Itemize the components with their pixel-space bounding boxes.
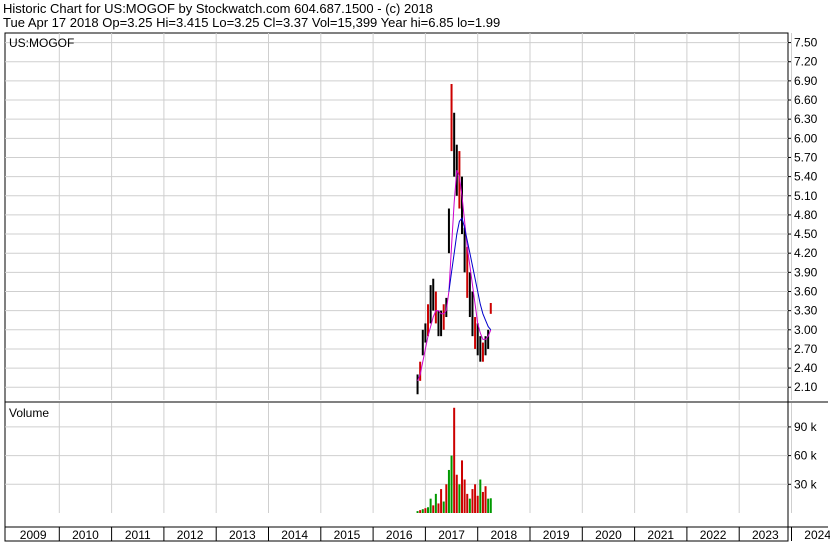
volume-panel-title: Volume — [9, 406, 49, 420]
price-tick-label: 3.90 — [794, 265, 818, 279]
price-tick-label: 5.10 — [794, 189, 818, 203]
x-tick-label: 2015 — [334, 528, 361, 542]
volume-bar — [487, 498, 490, 513]
volume-bar — [484, 486, 487, 513]
volume-bar — [489, 498, 492, 513]
volume-bar — [440, 489, 443, 513]
price-tick-label: 4.50 — [794, 227, 818, 241]
volume-bar — [450, 455, 453, 513]
volume-bar — [427, 507, 430, 513]
volume-bar — [434, 493, 437, 513]
volume-bar — [481, 491, 484, 513]
price-tick-label: 7.50 — [794, 36, 818, 50]
x-tick-label: 2011 — [125, 528, 151, 542]
price-tick-label: 6.60 — [794, 93, 818, 107]
volume-bar — [437, 503, 440, 513]
x-tick-label: 2024 — [804, 528, 830, 542]
volume-bar — [419, 510, 422, 513]
x-tick-label: 2020 — [595, 528, 622, 542]
price-tick-label: 7.20 — [794, 55, 818, 69]
volume-bar — [463, 479, 466, 513]
volume-bar — [474, 484, 477, 513]
volume-tick-label: 30 k — [794, 477, 818, 491]
volume-bar — [468, 498, 471, 513]
price-tick-label: 6.90 — [794, 74, 818, 88]
price-tick-label: 6.30 — [794, 112, 818, 126]
volume-tick-label: 90 k — [794, 420, 818, 434]
price-tick-label: 3.60 — [794, 284, 818, 298]
price-tick-label: 4.80 — [794, 208, 818, 222]
volume-bar — [471, 489, 474, 513]
volume-bar — [447, 469, 450, 513]
x-tick-label: 2023 — [752, 528, 779, 542]
x-tick-label: 2016 — [386, 528, 413, 542]
x-tick-label: 2019 — [543, 528, 570, 542]
price-tick-label: 2.70 — [794, 342, 818, 356]
volume-bar — [424, 508, 427, 513]
volume-bar — [416, 511, 419, 513]
volume-bar — [461, 460, 464, 513]
volume-bar — [445, 484, 448, 513]
x-tick-label: 2012 — [177, 528, 204, 542]
price-tick-label: 4.20 — [794, 246, 818, 260]
x-tick-label: 2021 — [647, 528, 674, 542]
price-tick-label: 2.40 — [794, 361, 818, 375]
volume-bar — [476, 495, 479, 513]
price-tick-label: 3.30 — [794, 304, 818, 318]
x-tick-label: 2017 — [438, 528, 465, 542]
volume-bar — [421, 509, 424, 513]
volume-bar — [432, 505, 435, 513]
x-tick-label: 2010 — [72, 528, 99, 542]
volume-bar — [458, 484, 461, 513]
volume-bar — [442, 501, 445, 513]
chart-frame — [4, 32, 789, 542]
volume-bar — [466, 493, 469, 513]
x-tick-label: 2022 — [700, 528, 727, 542]
price-tick-label: 3.00 — [794, 323, 818, 337]
volume-tick-label: 60 k — [794, 449, 818, 463]
price-panel-title: US:MOGOF — [9, 36, 74, 50]
x-tick-label: 2014 — [281, 528, 308, 542]
volume-bar — [455, 474, 458, 513]
price-tick-label: 5.40 — [794, 170, 818, 184]
volume-bar — [429, 498, 432, 513]
volume-bar — [479, 479, 482, 513]
x-tick-label: 2018 — [490, 528, 517, 542]
price-tick-label: 5.70 — [794, 150, 818, 164]
volume-bar — [453, 407, 456, 513]
price-tick-label: 2.10 — [794, 380, 818, 394]
price-tick-label: 6.00 — [794, 131, 818, 145]
stock-chart: 7.50 7.20 6.90 6.60 6.30 6.00 5.70 5.40 5.10 4.80… — [4, 32, 830, 542]
x-tick-label: 2013 — [229, 528, 256, 542]
x-tick-label: 2009 — [20, 528, 47, 542]
